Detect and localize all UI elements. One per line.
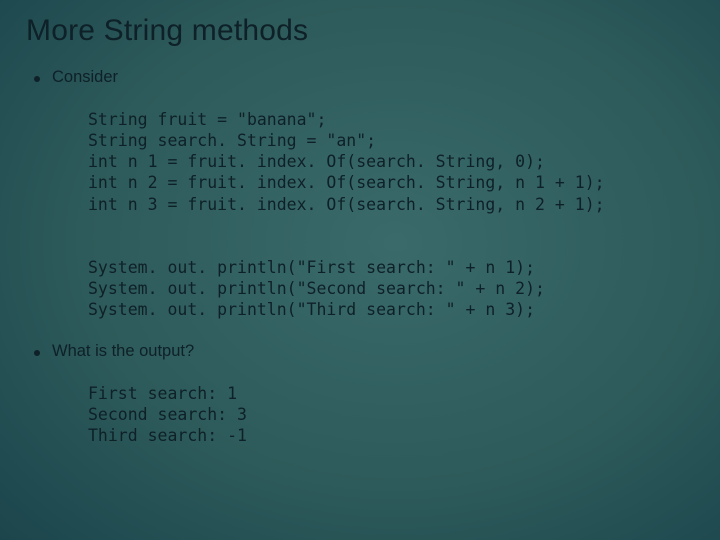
bullet-consider: Consider — [34, 68, 700, 87]
slide: More String methods Consider String frui… — [0, 0, 720, 540]
code-line: Second search: 3 — [88, 405, 247, 424]
code-line: First search: 1 — [88, 384, 237, 403]
code-line: Third search: -1 — [88, 426, 247, 445]
code-line: String search. String = "an"; — [88, 131, 376, 150]
slide-title: More String methods — [26, 14, 700, 48]
code-line: int n 3 = fruit. index. Of(search. Strin… — [88, 195, 605, 214]
code-line: String fruit = "banana"; — [88, 110, 326, 129]
bullet-dot-icon — [34, 76, 40, 82]
bullet-text: Consider — [52, 68, 118, 87]
code-block-output: First search: 1 Second search: 3 Third s… — [88, 362, 700, 446]
code-line: System. out. println("Second search: " +… — [88, 279, 545, 298]
code-line: System. out. println("First search: " + … — [88, 258, 535, 277]
bullet-output: What is the output? — [34, 342, 700, 361]
code-block-declarations: String fruit = "banana"; String search. … — [88, 88, 700, 215]
bullet-dot-icon — [34, 350, 40, 356]
code-line: int n 1 = fruit. index. Of(search. Strin… — [88, 152, 545, 171]
bullet-text: What is the output? — [52, 342, 194, 361]
code-line: int n 2 = fruit. index. Of(search. Strin… — [88, 173, 605, 192]
code-block-println: System. out. println("First search: " + … — [88, 236, 700, 320]
code-line: System. out. println("Third search: " + … — [88, 300, 535, 319]
